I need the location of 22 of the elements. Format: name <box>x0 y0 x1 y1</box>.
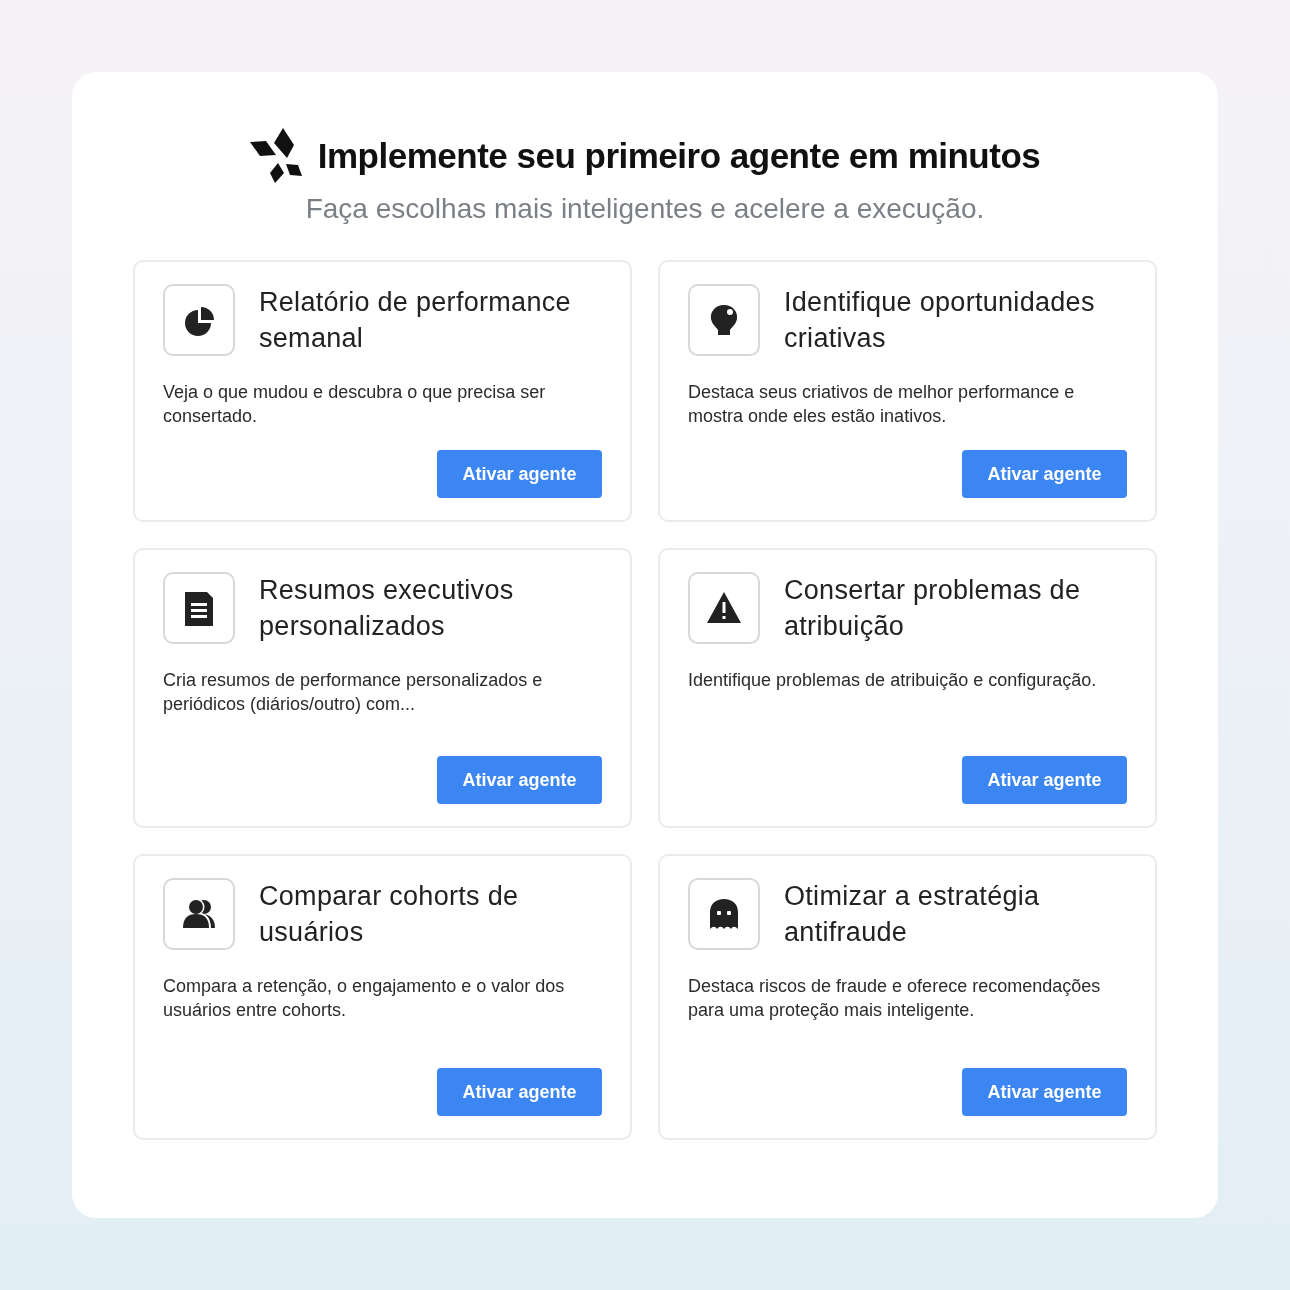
card-title: Identifique oportunidades criativas <box>784 286 1096 355</box>
card-description: Destaca riscos de fraude e oferece recomendações para uma proteção mais inteligente. <box>688 975 1102 1022</box>
card-title: Consertar problemas de atribuição <box>784 574 1082 643</box>
card-description: Destaca seus criativos de melhor performance e mostra onde eles estão inativos. <box>688 381 1076 428</box>
card-title: Relatório de performance semanal <box>259 286 572 355</box>
activate-agent-button[interactable]: Ativar agente <box>437 1068 602 1116</box>
logo-icon <box>249 128 302 184</box>
card-title: Comparar cohorts de usuários <box>259 880 520 949</box>
activate-agent-button[interactable]: Ativar agente <box>962 756 1127 804</box>
page-subtitle: Faça escolhas mais inteligentes e acelere a execução. <box>304 192 986 226</box>
card-title: Otimizar a estratégia antifraude <box>784 880 1041 949</box>
card-description: Identifique problemas de atribuição e configuração. <box>688 669 1098 692</box>
page-title: Implemente seu primeiro agente em minutos <box>317 134 1041 177</box>
card-title: Resumos executivos personalizados <box>259 574 515 643</box>
activate-agent-button[interactable]: Ativar agente <box>437 450 602 498</box>
activate-agent-button[interactable]: Ativar agente <box>437 756 602 804</box>
card-description: Cria resumos de performance personalizados e periódicos (diários/outro) com... <box>163 669 544 716</box>
card-description: Veja o que mudou e descubra o que precisa ser consertado. <box>163 381 547 428</box>
activate-agent-button[interactable]: Ativar agente <box>962 450 1127 498</box>
warning-icon <box>706 590 742 626</box>
card-description: Compara a retenção, o engajamento e o valor dos usuários entre cohorts. <box>163 975 566 1022</box>
activate-agent-button[interactable]: Ativar agente <box>962 1068 1127 1116</box>
